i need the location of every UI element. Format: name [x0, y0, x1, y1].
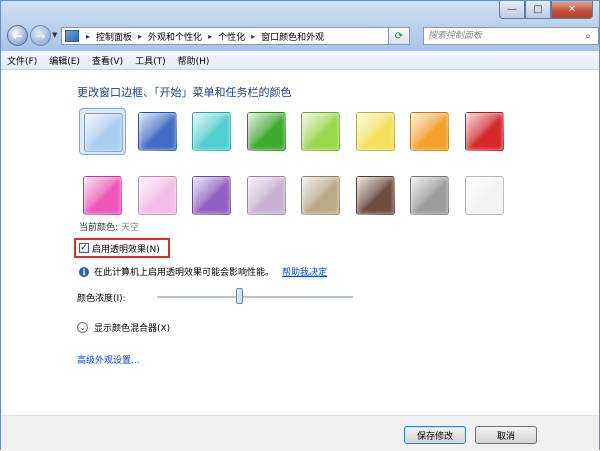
color-swatch[interactable] [188, 108, 235, 155]
refresh-icon: ⟳ [394, 30, 404, 42]
color-swatch[interactable] [79, 108, 126, 155]
search-icon[interactable]: ⌕ [580, 31, 596, 42]
current-color-label: 当前颜色: [79, 223, 119, 233]
forward-button[interactable]: → [30, 25, 51, 46]
color-swatch-fill[interactable] [355, 112, 395, 151]
maximize-button[interactable]: □ [525, 1, 551, 19]
menu-bar: 文件(F) 编辑(E) 查看(V) 工具(T) 帮助(H) [1, 51, 599, 70]
color-swatch[interactable] [134, 108, 181, 155]
color-swatch[interactable] [406, 108, 453, 155]
breadcrumb-control-panel[interactable]: 控制面板 [93, 30, 135, 43]
menu-edit[interactable]: 编辑(E) [43, 54, 86, 67]
performance-info: i 在此计算机上启用透明效果可能会影响性能。 帮助我决定 [79, 265, 327, 278]
color-swatch-fill[interactable] [355, 176, 395, 215]
title-bar: — □ ✕ ← → ▼ ▸ 控制面板 ▸ 外观和个性化 ▸ 个性化 ▸ 窗口颜色… [1, 1, 599, 51]
help-me-decide-link[interactable]: 帮助我决定 [282, 265, 327, 278]
current-color-value: 天空 [120, 223, 139, 233]
transparency-label[interactable]: 启用透明效果(N) [92, 242, 160, 255]
color-swatch[interactable] [243, 172, 290, 219]
search-input[interactable] [424, 30, 580, 42]
chevron-right-icon[interactable]: ▸ [135, 32, 145, 41]
transparency-checkbox[interactable]: ✓ [79, 243, 89, 253]
color-swatch[interactable] [461, 172, 508, 219]
chevron-right-icon[interactable]: ▸ [205, 32, 215, 41]
save-changes-button[interactable]: 保存修改 [404, 426, 466, 444]
color-swatch[interactable] [297, 108, 344, 155]
slider-thumb[interactable] [236, 288, 244, 304]
color-swatch-fill[interactable] [301, 176, 340, 215]
refresh-button[interactable]: ⟳ [388, 27, 410, 45]
chevron-down-icon[interactable]: ⌄ [77, 322, 88, 333]
advanced-appearance-link[interactable]: 高级外观设置... [77, 353, 140, 366]
footer-bar: 保存修改 取消 [1, 415, 599, 451]
info-text: 在此计算机上启用透明效果可能会影响性能。 [94, 268, 275, 278]
color-intensity-label: 颜色浓度(I): [77, 294, 126, 304]
minimize-button[interactable]: — [499, 1, 525, 19]
window: — □ ✕ ← → ▼ ▸ 控制面板 ▸ 外观和个性化 ▸ 个性化 ▸ 窗口颜色… [0, 0, 600, 451]
menu-help[interactable]: 帮助(H) [172, 54, 216, 67]
color-swatch-fill[interactable] [301, 112, 340, 151]
main-content: 更改窗口边框、「开始」菜单和任务栏的颜色 当前颜色: 天空 ✓ 启用透明效果(N… [1, 70, 599, 415]
color-swatch-fill[interactable] [410, 176, 449, 215]
cancel-button[interactable]: 取消 [475, 426, 537, 444]
slider-track[interactable] [157, 296, 353, 299]
address-bar[interactable]: ▸ 控制面板 ▸ 外观和个性化 ▸ 个性化 ▸ 窗口颜色和外观 ▼ [61, 27, 409, 45]
menu-view[interactable]: 查看(V) [86, 54, 129, 67]
history-dropdown[interactable]: ▼ [52, 31, 57, 39]
menu-tools[interactable]: 工具(T) [129, 54, 172, 67]
back-button[interactable]: ← [7, 25, 28, 46]
color-swatch-fill[interactable] [410, 112, 449, 151]
color-swatch[interactable] [406, 172, 453, 219]
breadcrumb-window-color[interactable]: 窗口颜色和外观 [258, 30, 327, 43]
chevron-right-icon[interactable]: ▸ [248, 32, 258, 41]
color-swatch-fill[interactable] [84, 113, 123, 152]
menu-file[interactable]: 文件(F) [1, 54, 43, 67]
control-panel-icon [65, 30, 79, 42]
transparency-option[interactable]: ✓ 启用透明效果(N) [74, 238, 170, 258]
page-title: 更改窗口边框、「开始」菜单和任务栏的颜色 [77, 86, 292, 99]
color-mixer-label[interactable]: 显示颜色混合器(X) [94, 321, 170, 334]
current-color: 当前颜色: 天空 [79, 220, 139, 233]
color-swatch[interactable] [243, 108, 290, 155]
close-button[interactable]: ✕ [551, 1, 593, 19]
info-icon: i [79, 266, 89, 277]
color-swatch-fill[interactable] [246, 112, 286, 151]
arrow-left-icon: ← [12, 28, 23, 43]
color-mixer-toggle[interactable]: ⌄ 显示颜色混合器(X) [77, 321, 170, 334]
chevron-right-icon[interactable]: ▸ [83, 32, 93, 41]
color-intensity-slider[interactable] [157, 288, 353, 306]
chevron-down-icon: ▼ [52, 31, 58, 39]
color-swatch-fill[interactable] [192, 176, 231, 215]
navigation-bar: ← → ▼ ▸ 控制面板 ▸ 外观和个性化 ▸ 个性化 ▸ 窗口颜色和外观 ▼ … [5, 24, 599, 48]
color-swatch[interactable] [188, 172, 235, 219]
color-swatch[interactable] [352, 172, 399, 219]
breadcrumb-appearance[interactable]: 外观和个性化 [145, 30, 205, 43]
color-swatch-fill[interactable] [464, 176, 504, 215]
color-swatch-fill[interactable] [83, 176, 122, 215]
color-swatch-fill[interactable] [192, 112, 231, 151]
color-swatch[interactable] [352, 108, 399, 155]
arrow-right-icon: → [35, 28, 46, 43]
breadcrumb-personalization[interactable]: 个性化 [215, 30, 248, 43]
search-box[interactable]: ⌕ [423, 27, 599, 45]
color-swatch[interactable] [134, 172, 181, 219]
color-swatch-fill[interactable] [464, 112, 504, 151]
color-swatch[interactable] [79, 172, 126, 219]
color-swatch-fill[interactable] [137, 112, 177, 151]
color-swatch[interactable] [297, 172, 344, 219]
color-swatch-fill[interactable] [246, 176, 286, 215]
window-controls: — □ ✕ [499, 1, 593, 19]
color-swatch[interactable] [461, 108, 508, 155]
color-swatch-fill[interactable] [137, 176, 177, 215]
